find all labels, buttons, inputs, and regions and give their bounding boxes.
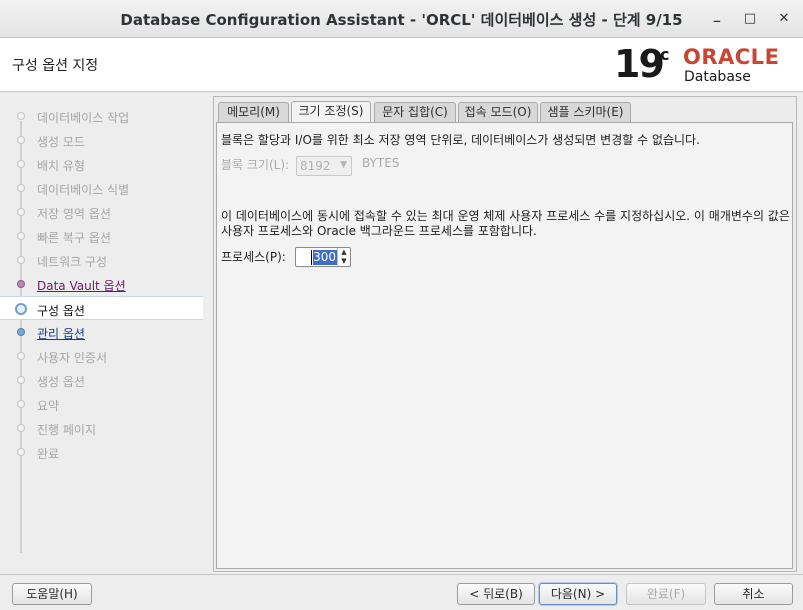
wizard-footer: 도움말(H) < 뒤로(B) 다음(N) > 완료(F) 취소 [0,574,803,610]
sizing-panel: 블록은 할당과 I/O를 위한 최소 저장 영역 단위로, 데이터베이스가 생성… [216,122,793,569]
page-header: 구성 옵션 지정 19 c ORACLE Database [0,38,803,92]
step-finish: 완료 [0,440,203,464]
step-management-options[interactable]: 관리 옵션 [0,320,203,344]
step-dot-icon [17,448,25,456]
back-button[interactable]: < 뒤로(B) [457,583,535,605]
wizard-steps-sidebar: 데이터베이스 작업 생성 모드 배치 유형 데이터베이스 식별 저장 영역 옵션… [0,93,203,573]
processes-input[interactable]: 300 [313,250,337,265]
processes-description-line2: 사용자 프로세스와 Oracle 백그라운드 프로세스를 포함합니다. [221,224,537,238]
step-dot-icon [17,376,25,384]
tab-sizing[interactable]: 크기 조정(S) [291,101,371,123]
step-dot-icon [17,352,25,360]
step-storage-option: 저장 영역 옵션 [0,200,203,224]
block-size-label: 블록 크기(L): [221,158,290,172]
step-data-vault-option[interactable]: Data Vault 옵션 [0,272,203,296]
cancel-button[interactable]: 취소 [714,583,793,605]
spin-down-icon[interactable]: ▼ [338,257,350,266]
tab-sample-schemas[interactable]: 샘플 스키마(E) [540,102,631,122]
step-dot-icon [17,160,25,168]
step-dot-icon [17,232,25,240]
step-creation-mode: 생성 모드 [0,128,203,152]
processes-label: 프로세스(P): [221,250,286,264]
text-cursor [311,250,312,265]
step-dot-icon [17,112,25,120]
oracle-brand-logo: ORACLE [683,45,780,69]
dropdown-arrow-icon: ▼ [340,160,347,170]
spinner-arrows[interactable]: ▲ ▼ [337,248,350,266]
step-user-credentials: 사용자 인증서 [0,344,203,368]
close-button[interactable]: ✕ [773,8,795,30]
spin-up-icon[interactable]: ▲ [338,248,350,257]
maximize-button[interactable]: □ [739,8,761,30]
step-dot-icon [17,256,25,264]
main-content: 메모리(M) 크기 조정(S) 문자 집합(C) 접속 모드(O) 샘플 스키마… [213,96,797,572]
oracle-product-name: Database [684,69,751,85]
oracle-version-suffix: c [660,45,670,64]
step-progress-page: 진행 페이지 [0,416,203,440]
step-dot-icon [17,136,25,144]
step-visited-dot-icon [17,280,25,288]
step-configuration-options: 구성 옵션 [0,296,203,320]
tab-memory[interactable]: 메모리(M) [218,102,289,122]
tab-connection-mode[interactable]: 접속 모드(O) [458,102,538,122]
processes-spinner[interactable]: 300 ▲ ▼ [295,247,351,267]
block-size-value: 8192 [300,159,331,173]
window-title: Database Configuration Assistant - 'ORCL… [120,11,683,29]
step-dot-icon [17,184,25,192]
step-summary: 요약 [0,392,203,416]
page-title: 구성 옵션 지정 [12,58,99,74]
step-fast-recovery-option: 빠른 복구 옵션 [0,224,203,248]
step-deployment-type: 배치 유형 [0,152,203,176]
tab-character-sets[interactable]: 문자 집합(C) [374,102,456,122]
block-size-select: 8192 ▼ [296,156,352,176]
step-current-dot-icon [15,303,27,315]
minimize-button[interactable]: _ [706,5,728,27]
finish-button[interactable]: 완료(F) [626,583,706,605]
step-dot-icon [17,424,25,432]
step-database-identification: 데이터베이스 식별 [0,176,203,200]
block-size-unit: BYTES [362,156,400,170]
step-database-operation: 데이터베이스 작업 [0,104,203,128]
step-network-configuration: 네트워크 구성 [0,248,203,272]
help-button[interactable]: 도움말(H) [12,583,92,605]
step-dot-icon [17,208,25,216]
step-next-dot-icon [17,328,25,336]
next-button[interactable]: 다음(N) > [539,583,617,605]
block-size-description: 블록은 할당과 I/O를 위한 최소 저장 영역 단위로, 데이터베이스가 생성… [221,133,700,147]
window-titlebar: Database Configuration Assistant - 'ORCL… [0,0,803,38]
step-creation-option: 생성 옵션 [0,368,203,392]
step-dot-icon [17,400,25,408]
oracle-version-logo: 19 [614,42,665,86]
